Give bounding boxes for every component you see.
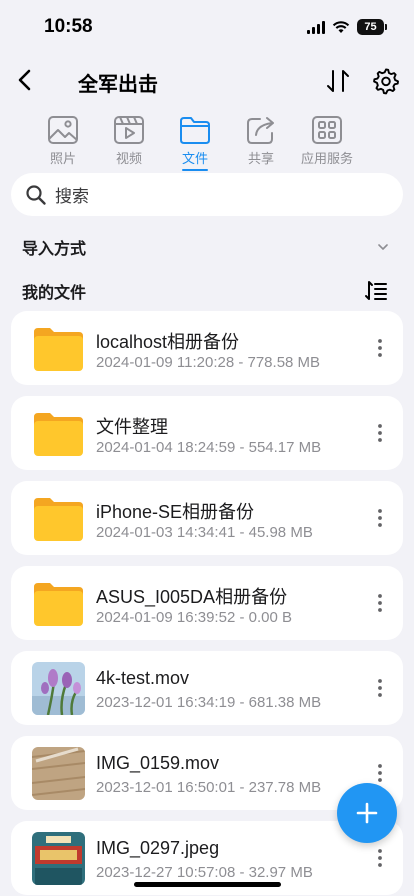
- import-method-label: 导入方式: [22, 241, 87, 258]
- file-meta: 2023-12-01 16:50:01 - 237.78 MB: [96, 779, 322, 796]
- file-list-item[interactable]: 4k-test.mov 2023-12-01 16:34:19 - 681.38 …: [11, 651, 403, 725]
- page-title: 全军出击: [78, 74, 158, 96]
- file-list-item[interactable]: localhost相册备份 2024-01-09 11:20:28 - 778.5…: [11, 311, 403, 385]
- file-name: ASUS_I005DA相册备份: [96, 587, 288, 607]
- file-thumbnail: [32, 747, 85, 800]
- file-list-item[interactable]: 文件整理 2024-01-04 18:24:59 - 554.17 MB: [11, 396, 403, 470]
- tab-label: 文件: [181, 151, 208, 166]
- search-placeholder: 搜索: [55, 187, 89, 206]
- share-icon: [247, 117, 274, 144]
- file-name: IMG_0159.mov: [96, 753, 220, 773]
- home-indicator: [134, 882, 281, 887]
- tab-app-services[interactable]: 应用服务: [294, 115, 360, 171]
- file-list-item[interactable]: iPhone-SE相册备份 2024-01-03 14:34:41 - 45.98…: [11, 481, 403, 555]
- file-name: 4k-test.mov: [96, 668, 190, 688]
- file-meta: 2023-12-01 16:34:19 - 681.38 MB: [96, 694, 322, 711]
- more-options-icon[interactable]: [375, 423, 385, 443]
- signal-icon: [307, 20, 325, 34]
- more-options-icon[interactable]: [375, 508, 385, 528]
- add-button[interactable]: [337, 783, 397, 843]
- file-thumbnail: [32, 492, 85, 545]
- tab-label: 共享: [247, 151, 274, 166]
- tab-share[interactable]: 共享: [228, 115, 294, 171]
- more-options-icon[interactable]: [375, 338, 385, 358]
- file-name: 文件整理: [96, 417, 168, 437]
- more-options-icon[interactable]: [375, 593, 385, 613]
- folder-icon: [34, 328, 83, 371]
- tab-files[interactable]: 文件: [162, 115, 228, 171]
- import-method-toggle[interactable]: 导入方式: [22, 232, 390, 262]
- tab-photos[interactable]: 照片: [30, 115, 96, 171]
- my-files-label: 我的文件: [22, 285, 87, 302]
- battery-icon: 75: [357, 19, 387, 35]
- more-options-icon[interactable]: [375, 678, 385, 698]
- file-thumbnail: [32, 322, 85, 375]
- video-icon: [114, 116, 144, 144]
- file-meta: 2024-01-09 16:39:52 - 0.00 B: [96, 609, 292, 626]
- status-bar: 10:58 75: [0, 0, 414, 54]
- file-meta: 2024-01-04 18:24:59 - 554.17 MB: [96, 439, 322, 456]
- file-meta: 2024-01-09 11:20:28 - 778.58 MB: [96, 354, 321, 371]
- back-icon[interactable]: [12, 66, 38, 94]
- tab-label: 应用服务: [300, 151, 353, 166]
- gear-icon[interactable]: [372, 67, 400, 95]
- more-options-icon[interactable]: [375, 848, 385, 868]
- file-name: iPhone-SE相册备份: [96, 502, 255, 522]
- chevron-down-icon: [378, 244, 388, 250]
- more-options-icon[interactable]: [375, 763, 385, 783]
- file-thumbnail: [32, 407, 85, 460]
- file-thumbnail: [32, 832, 85, 885]
- sort-arrows-icon[interactable]: [324, 67, 352, 95]
- status-icons: 75: [307, 19, 387, 35]
- category-tabs: 照片 视频 文件 共享 应用服务: [30, 115, 360, 171]
- apps-icon: [312, 116, 342, 144]
- tab-label: 视频: [115, 151, 142, 166]
- search-icon: [26, 184, 46, 205]
- image-thumbnail: [32, 832, 85, 885]
- tab-label: 照片: [49, 151, 76, 166]
- tab-videos[interactable]: 视频: [96, 115, 162, 171]
- file-name: IMG_0297.jpeg: [96, 838, 220, 858]
- file-meta: 2023-12-27 10:57:08 - 32.97 MB: [96, 864, 313, 881]
- my-files-header: 我的文件: [22, 276, 388, 306]
- file-name: localhost相册备份: [96, 332, 240, 352]
- file-thumbnail: [32, 577, 85, 630]
- nav-header: 全军出击: [0, 58, 414, 102]
- folder-icon: [34, 583, 83, 626]
- plus-icon: [356, 802, 378, 824]
- video-thumbnail: [32, 662, 85, 715]
- status-time: 10:58: [44, 16, 93, 37]
- folder-icon: [34, 498, 83, 541]
- photo-icon: [48, 116, 78, 144]
- folder-icon: [180, 117, 210, 144]
- file-meta: 2024-01-03 14:34:41 - 45.98 MB: [96, 524, 313, 541]
- wifi-icon: [332, 21, 350, 33]
- active-tab-indicator: [182, 169, 208, 171]
- file-thumbnail: [32, 662, 85, 715]
- folder-icon: [34, 413, 83, 456]
- file-list-item[interactable]: ASUS_I005DA相册备份 2024-01-09 16:39:52 - 0.0…: [11, 566, 403, 640]
- video-thumbnail: [32, 747, 85, 800]
- search-input[interactable]: 搜索: [11, 173, 403, 216]
- list-sort-icon[interactable]: [364, 279, 388, 303]
